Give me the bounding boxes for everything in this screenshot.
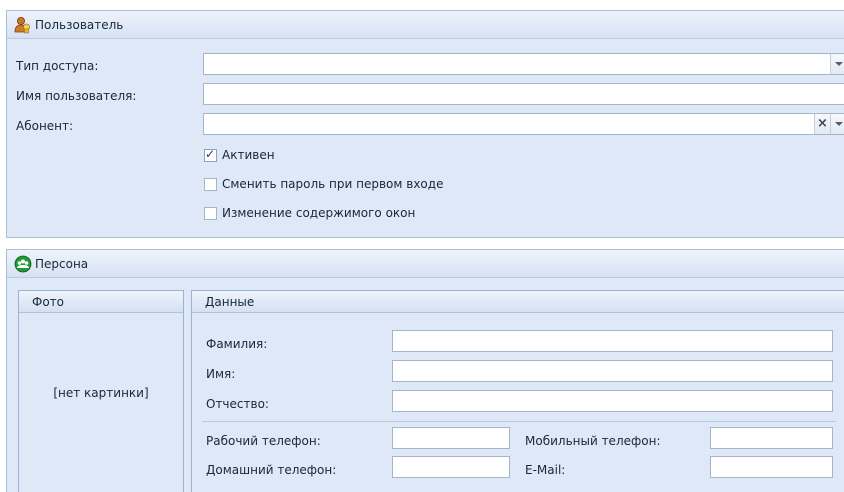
work-phone-input[interactable] <box>392 427 510 449</box>
access-type-dropdown-button[interactable] <box>830 54 844 74</box>
email-label: E-Mail: <box>525 463 566 477</box>
work-phone-label: Рабочий телефон: <box>206 434 321 448</box>
user-icon <box>14 16 32 34</box>
access-type-combobox[interactable] <box>203 53 844 75</box>
patronymic-label: Отчество: <box>206 397 269 411</box>
photo-placeholder[interactable]: [нет картинки] <box>19 386 183 400</box>
user-section: Пользователь Тип доступа: Имя пользовате… <box>6 10 844 238</box>
people-group-icon <box>14 255 32 273</box>
active-checkbox[interactable]: ✓ <box>204 147 217 162</box>
active-checkbox-label: Активен <box>222 148 275 162</box>
home-phone-input[interactable] <box>392 456 510 478</box>
patronymic-input[interactable] <box>392 390 833 412</box>
access-type-label: Тип доступа: <box>16 59 99 73</box>
user-section-title: Пользователь <box>35 18 124 32</box>
person-section: Персона Фото [нет картинки] Данные Фамил… <box>6 249 844 492</box>
home-phone-label: Домашний телефон: <box>206 463 337 477</box>
username-label: Имя пользователя: <box>16 89 137 103</box>
data-panel-header: Данные <box>192 291 844 313</box>
mobile-phone-input[interactable] <box>710 427 833 449</box>
checkmark-icon: ✓ <box>205 147 216 161</box>
change-password-checkbox-label: Сменить пароль при первом входе <box>222 177 444 191</box>
window-content-checkbox[interactable] <box>204 207 217 220</box>
chevron-down-icon <box>835 122 843 126</box>
username-input[interactable] <box>203 83 844 105</box>
window-content-checkbox-label: Изменение содержимого окон <box>222 206 416 220</box>
data-panel-title: Данные <box>205 295 255 309</box>
subscriber-combobox[interactable]: × <box>203 113 844 135</box>
chevron-down-icon <box>835 62 843 66</box>
last-name-input[interactable] <box>392 330 833 352</box>
photo-panel-header: Фото <box>19 291 183 313</box>
last-name-label: Фамилия: <box>206 337 268 351</box>
email-input[interactable] <box>710 456 833 478</box>
first-name-input[interactable] <box>392 360 833 382</box>
person-section-title: Персона <box>35 257 89 271</box>
data-panel: Данные Фамилия: Имя: Отчество: Рабочий т… <box>191 290 844 492</box>
change-password-checkbox[interactable] <box>204 178 217 191</box>
photo-panel: Фото [нет картинки] <box>18 290 184 492</box>
clear-icon[interactable]: × <box>814 114 830 134</box>
subscriber-label: Абонент: <box>16 119 74 133</box>
first-name-label: Имя: <box>206 367 236 381</box>
person-section-header: Персона <box>7 250 844 278</box>
data-divider <box>202 421 836 422</box>
subscriber-dropdown-button[interactable] <box>830 114 844 134</box>
mobile-phone-label: Мобильный телефон: <box>525 434 661 448</box>
user-section-header: Пользователь <box>7 11 844 39</box>
photo-panel-title: Фото <box>32 295 65 309</box>
